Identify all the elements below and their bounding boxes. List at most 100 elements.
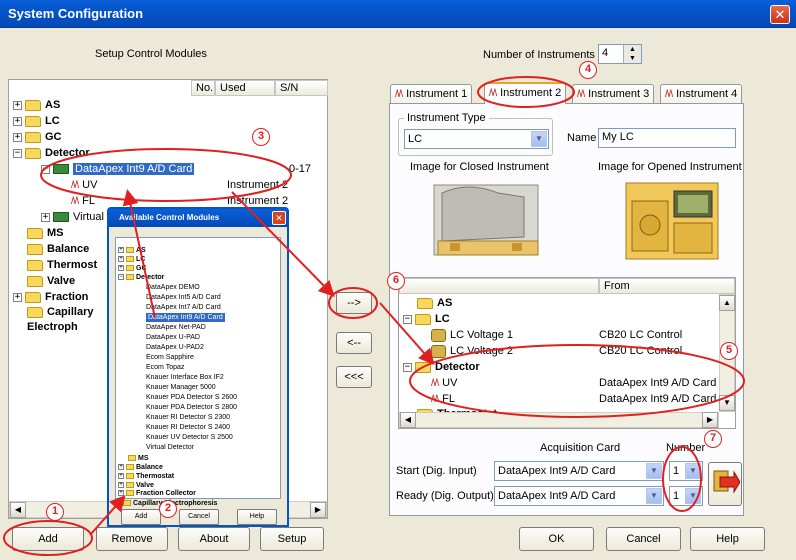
tree-item-valve[interactable]: Valve (27, 273, 75, 289)
list-item-selected[interactable]: DataApex Int9 A/D Card (146, 313, 225, 322)
list-item[interactable]: + LC (118, 255, 145, 264)
scroll-up-arrow[interactable]: ▲ (719, 295, 735, 311)
chevron-down-icon[interactable]: ▼ (685, 488, 701, 504)
list-item[interactable]: DataApex U-PAD2 (146, 343, 204, 352)
tab-instrument-2[interactable]: /\/\ Instrument 2 (484, 82, 567, 104)
instrument-type-select[interactable]: LC ▼ (404, 129, 549, 149)
about-button[interactable]: About (178, 527, 250, 551)
module-item-uv[interactable]: /\/\ UV (431, 375, 457, 391)
scroll-left-arrow[interactable]: ◀ (400, 412, 416, 428)
setup-button[interactable]: Setup (260, 527, 324, 551)
tree-item-uv[interactable]: /\/\ UV (71, 177, 97, 193)
list-item[interactable]: Knauer PDA Detector S 2600 (146, 393, 237, 402)
list-item[interactable]: + Balance (118, 463, 163, 472)
list-item[interactable]: DataApex DEMO (146, 283, 200, 292)
tree-item-fl[interactable]: /\/\ FL (71, 193, 95, 209)
list-item[interactable]: DataApex Net-PAD (146, 323, 206, 332)
tab-instrument-4[interactable]: /\/\ Instrument 4 (660, 84, 743, 104)
list-item[interactable]: DataApex U-PAD (146, 333, 200, 342)
tree-item-ms[interactable]: MS (27, 225, 64, 241)
list-item[interactable]: + Fraction Collector (118, 489, 196, 498)
popup-close-button[interactable]: ✕ (272, 211, 286, 225)
expand-icon[interactable]: + (13, 100, 22, 110)
module-item-lc-voltage-1[interactable]: LC Voltage 1 (431, 327, 513, 343)
scroll-right-arrow[interactable]: ▶ (702, 412, 718, 428)
expand-icon[interactable]: + (118, 247, 124, 254)
ok-button[interactable]: OK (519, 527, 594, 551)
list-item[interactable]: + Thermostat (118, 472, 174, 481)
collapse-icon[interactable]: − (41, 164, 50, 174)
scroll-left-arrow[interactable]: ◀ (10, 502, 26, 518)
available-modules-list[interactable]: + AS + LC + GC − Detector DataApex DEMO Data… (115, 237, 281, 499)
tree-item-capillary[interactable]: Capillary Electroph (27, 305, 113, 337)
spin-down-icon[interactable]: ▼ (623, 54, 641, 63)
collapse-icon[interactable]: − (13, 148, 22, 158)
num-instruments-spinner[interactable]: 4 ▲ ▼ (598, 44, 642, 64)
apply-setup-button[interactable] (708, 462, 742, 506)
col-header-used[interactable]: Used (215, 80, 275, 96)
name-field[interactable]: My LC (598, 128, 736, 148)
move-right-button[interactable]: --> (336, 292, 372, 314)
list-item[interactable]: Knauer UV Detector S 2500 (146, 433, 233, 442)
tree-item-virtual[interactable]: + Virtual (41, 209, 104, 225)
chevron-down-icon[interactable]: ▼ (531, 131, 547, 147)
expand-icon[interactable]: + (118, 256, 124, 263)
ready-card-select[interactable]: DataApex Int9 A/D Card ▼ (494, 486, 664, 506)
module-item-as[interactable]: AS (417, 295, 452, 311)
expand-icon[interactable]: + (118, 464, 124, 471)
tree-item-lc[interactable]: + LC (13, 113, 60, 129)
cancel-button[interactable]: Cancel (606, 527, 681, 551)
chevron-down-icon[interactable]: ▼ (646, 488, 662, 504)
ready-number-select[interactable]: 1 ▼ (669, 486, 703, 506)
scroll-down-arrow[interactable]: ▼ (719, 395, 735, 411)
list-item[interactable]: Knauer RI Detector S 2400 (146, 423, 230, 432)
list-item[interactable]: DataApex Int7 A/D Card (146, 303, 221, 312)
collapse-icon[interactable]: − (118, 274, 124, 281)
col-header-no[interactable]: No. (191, 80, 215, 96)
list-item[interactable]: Knauer RI Detector S 2300 (146, 413, 230, 422)
list-item[interactable]: Ecom Topaz (146, 363, 184, 372)
expand-icon[interactable]: + (118, 482, 124, 489)
close-button[interactable]: ✕ (770, 5, 790, 24)
expand-icon[interactable]: + (13, 116, 22, 126)
remove-button[interactable]: Remove (96, 527, 168, 551)
tree-item-as[interactable]: + AS (13, 97, 60, 113)
move-all-left-button[interactable]: <<< (336, 366, 372, 388)
expand-icon[interactable]: + (41, 212, 50, 222)
list-item[interactable]: Knauer Interface Box IF2 (146, 373, 224, 382)
expand-icon[interactable]: + (118, 265, 124, 272)
module-item-lc-voltage-2[interactable]: LC Voltage 2 (431, 343, 513, 359)
move-left-button[interactable]: <-- (336, 332, 372, 354)
col-header-from[interactable]: From (599, 278, 735, 294)
list-item[interactable]: MS (128, 454, 149, 463)
closed-instrument-image[interactable] (428, 177, 546, 265)
list-item[interactable]: − Detector (118, 273, 164, 282)
list-item[interactable]: Ecom Sapphire (146, 353, 194, 362)
opened-instrument-image[interactable] (612, 177, 730, 265)
list-item[interactable]: + GC (118, 264, 147, 273)
tree-item-balance[interactable]: Balance (27, 241, 89, 257)
popup-cancel-button[interactable]: Cancel (179, 509, 219, 525)
col-header-sn[interactable]: S/N (275, 80, 328, 96)
expand-icon[interactable]: + (118, 473, 124, 480)
collapse-icon[interactable]: − (403, 362, 412, 372)
add-button[interactable]: Add (12, 527, 84, 551)
list-item[interactable]: Virtual Detector (146, 443, 194, 452)
module-item-lc[interactable]: − LC (403, 311, 450, 327)
help-button[interactable]: Help (690, 527, 765, 551)
module-item-fl[interactable]: /\/\ FL (431, 391, 455, 407)
spin-up-icon[interactable]: ▲ (623, 45, 641, 54)
expand-icon[interactable]: + (118, 490, 124, 497)
chevron-down-icon[interactable]: ▼ (685, 463, 701, 479)
instrument-modules-list[interactable]: From AS − LC LC Voltage 1 CB20 LC Control… (398, 277, 736, 429)
collapse-icon[interactable]: − (403, 314, 412, 324)
col-header-module[interactable] (399, 278, 599, 294)
module-item-detector[interactable]: − Detector (403, 359, 480, 375)
popup-add-button[interactable]: Add (121, 509, 161, 525)
popup-help-button[interactable]: Help (237, 509, 277, 525)
list-item[interactable]: Knauer Manager 5000 (146, 383, 216, 392)
list-item[interactable]: + AS (118, 246, 146, 255)
list-item[interactable]: DataApex Int5 A/D Card (146, 293, 221, 302)
tree-item-thermostat[interactable]: Thermost (27, 257, 97, 273)
tree-item-detector[interactable]: − Detector (13, 145, 90, 161)
